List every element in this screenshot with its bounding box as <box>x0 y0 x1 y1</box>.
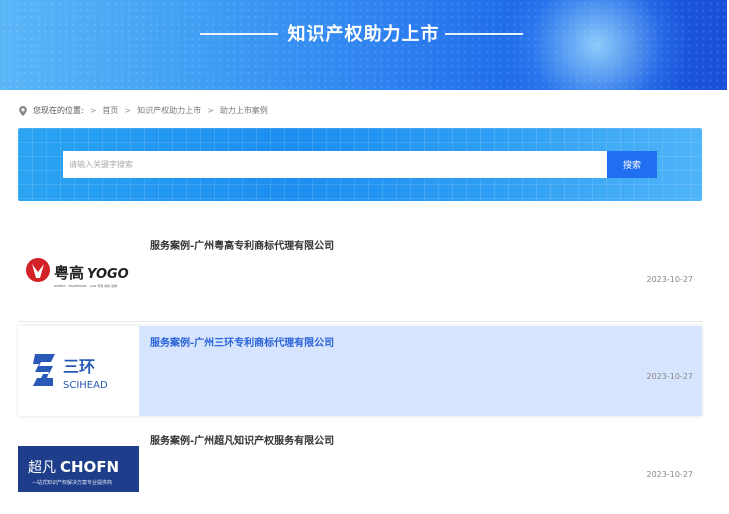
breadcrumb-ip-listing[interactable]: 知识产权助力上市 <box>137 105 201 116</box>
case-title[interactable]: 服务案例-广州粤高专利商标代理有限公司 <box>150 237 334 252</box>
case-date: 2023-10-27 <box>646 372 694 381</box>
case-date: 2023-10-27 <box>646 470 694 479</box>
case-item[interactable]: 粤高 YOGO PATENT · TRADEMARK · LAW 专利·商标·法… <box>18 229 702 319</box>
header-banner: 知识产权助力上市 <box>0 0 727 90</box>
scihead-logo: 三环 SCIHEAD <box>32 354 108 391</box>
search-button[interactable]: 搜索 <box>607 151 657 178</box>
breadcrumb-separator: > <box>207 106 214 115</box>
logo-brand: YOGO <box>87 267 129 282</box>
location-pin-icon <box>19 105 27 116</box>
yogo-logo: 粤高 YOGO PATENT · TRADEMARK · LAW 专利·商标·法… <box>25 258 129 288</box>
case-title[interactable]: 服务案例-广州三环专利商标代理有限公司 <box>150 334 334 349</box>
case-item[interactable]: 三环 SCIHEAD 服务案例-广州三环专利商标代理有限公司 2023-10-2… <box>18 326 702 416</box>
breadcrumb-separator: > <box>124 106 132 115</box>
page-title: 知识产权助力上市 <box>287 24 440 45</box>
logo-subtext: PATENT · TRADEMARK · LAW 专利·商标·法律 <box>54 283 117 288</box>
case-logo: 三环 SCIHEAD <box>18 326 139 416</box>
breadcrumb: 您现在的位置: > 首页 > 知识产权助力上市 > 助力上市案例 <box>19 105 268 116</box>
logo-text: 粤高 <box>54 264 84 282</box>
logo-brand: CHOFN <box>60 458 119 476</box>
breadcrumb-label: 您现在的位置: <box>33 106 84 115</box>
logo-text: 三环 <box>63 357 95 376</box>
case-item[interactable]: 超凡 CHOFN —站式知识产权解决方案专业提供商 服务案例-广州超凡知识产权服… <box>18 424 702 514</box>
case-logo: 超凡 CHOFN —站式知识产权解决方案专业提供商 <box>18 424 139 514</box>
search-input[interactable] <box>63 151 607 178</box>
search-panel: 搜索 <box>18 128 702 201</box>
logo-subtext: —站式知识产权解决方案专业提供商 <box>32 479 112 486</box>
divider <box>18 321 702 322</box>
logo-text: 超凡 <box>28 460 56 476</box>
breadcrumb-separator: > <box>89 106 97 115</box>
case-title[interactable]: 服务案例-广州超凡知识产权服务有限公司 <box>150 432 334 447</box>
logo-brand: SCIHEAD <box>63 380 108 391</box>
case-logo: 粤高 YOGO PATENT · TRADEMARK · LAW 专利·商标·法… <box>18 229 139 319</box>
chofn-logo: 超凡 CHOFN —站式知识产权解决方案专业提供商 <box>18 446 139 492</box>
case-date: 2023-10-27 <box>646 275 694 284</box>
breadcrumb-cases[interactable]: 助力上市案例 <box>220 105 268 116</box>
breadcrumb-home[interactable]: 首页 <box>102 105 118 116</box>
